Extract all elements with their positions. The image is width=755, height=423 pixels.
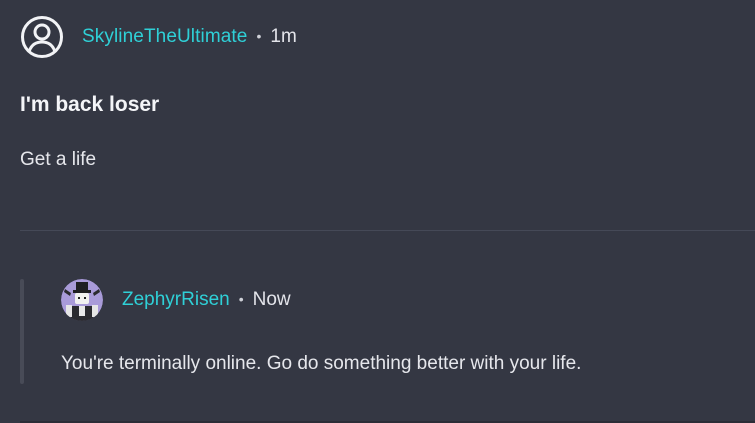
post: SkylineTheUltimate • 1m I'm back loser G… bbox=[0, 0, 755, 231]
reply-author-link[interactable]: ZephyrRisen bbox=[122, 289, 230, 311]
reply-comment: ZephyrRisen • Now You're terminally onli… bbox=[0, 231, 755, 423]
post-title: I'm back loser bbox=[20, 93, 160, 116]
reply-timestamp: Now bbox=[252, 289, 291, 310]
user-avatar-image[interactable] bbox=[61, 279, 103, 321]
reply-header: ZephyrRisen • Now bbox=[61, 279, 291, 321]
separator-dot: • bbox=[256, 28, 262, 44]
post-timestamp: 1m bbox=[270, 26, 297, 47]
thread-line[interactable] bbox=[20, 279, 24, 384]
post-author-link[interactable]: SkylineTheUltimate bbox=[82, 26, 247, 48]
separator-dot: • bbox=[238, 291, 244, 307]
user-circle-icon[interactable] bbox=[20, 15, 64, 59]
post-header: SkylineTheUltimate • 1m bbox=[20, 15, 297, 59]
post-body: Get a life bbox=[20, 149, 97, 170]
reply-body: You're terminally online. Go do somethin… bbox=[61, 353, 582, 374]
